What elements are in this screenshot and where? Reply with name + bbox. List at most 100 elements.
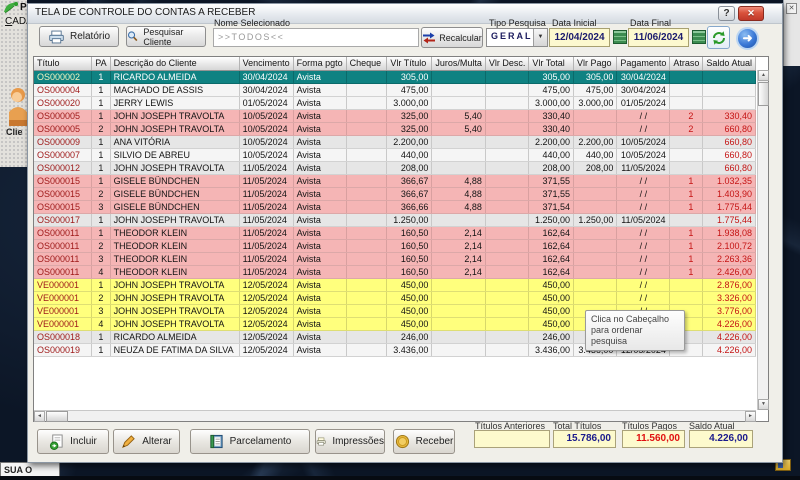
end-date-calendar-icon[interactable] [692, 30, 706, 44]
table-row[interactable]: OS000020 1 JERRY LEWIS 01/05/2024 Avista 3.00… [34, 96, 756, 110]
column-header-10[interactable]: Vlr Pago [573, 57, 618, 71]
cell [573, 239, 618, 253]
cell [346, 109, 388, 123]
column-header-7[interactable]: Juros/Multa [431, 57, 486, 71]
go-arrow-button[interactable]: ➜ [736, 27, 759, 50]
table-row[interactable]: OS000015 1 GISELE BÜNDCHEN 11/05/2024 Avista… [34, 174, 756, 188]
vertical-scrollbar[interactable]: ▲ ▼ [757, 70, 769, 410]
scroll-left-icon[interactable]: ◄ [34, 411, 45, 422]
table-row[interactable]: VE000001 1 JOHN JOSEPH TRAVOLTA 12/05/2024 A… [34, 278, 756, 292]
cell: 3 [91, 252, 111, 266]
panel-close-icon[interactable]: ✕ [786, 3, 797, 14]
start-date-calendar-icon[interactable] [613, 30, 627, 44]
coin-icon [395, 434, 409, 449]
cell: 660,80 [702, 148, 756, 162]
cell: JOHN JOSEPH TRAVOLTA [110, 317, 240, 331]
cell: 2,14 [431, 252, 486, 266]
receber-button[interactable]: Receber [393, 429, 455, 454]
accounts-receivable-window: TELA DE CONTROLE DO CONTAS A RECEBER ? ✕… [27, 3, 783, 463]
impressoes-button[interactable]: Impressões [315, 429, 385, 454]
cell: 305,00 [528, 70, 575, 84]
cell: 371,55 [528, 174, 575, 188]
column-header-1[interactable]: PA [91, 57, 111, 71]
search-type-combo[interactable]: GERAL ▼ [486, 28, 548, 47]
cell: 246,00 [528, 330, 575, 344]
app-logo-icon [4, 1, 19, 14]
cell: Avista [293, 122, 347, 136]
help-button[interactable]: ? [718, 6, 735, 21]
close-button[interactable]: ✕ [738, 6, 764, 21]
cell [669, 96, 704, 110]
table-row[interactable]: OS000011 4 THEODOR KLEIN 11/05/2024 Avista 16… [34, 265, 756, 279]
column-header-5[interactable]: Cheque [346, 57, 388, 71]
cell: 1 [91, 109, 111, 123]
cell: 450,00 [528, 291, 575, 305]
cell [431, 135, 486, 149]
table-row[interactable]: OS000011 3 THEODOR KLEIN 11/05/2024 Avista 16… [34, 252, 756, 266]
scroll-up-icon[interactable]: ▲ [758, 70, 769, 81]
table-row[interactable]: OS000007 1 SILVIO DE ABREU 10/05/2024 Avista… [34, 148, 756, 162]
cell [485, 200, 530, 214]
recalculate-button[interactable]: Recalcular [421, 27, 483, 48]
cell: OS000020 [34, 96, 93, 110]
alterar-button[interactable]: Alterar [113, 429, 180, 454]
client-person-icon[interactable] [5, 86, 27, 128]
vertical-scroll-thumb[interactable] [758, 82, 769, 106]
table-row[interactable]: OS000017 1 JOHN JOSEPH TRAVOLTA 11/05/2024 A… [34, 213, 756, 227]
parcelamento-button[interactable]: Parcelamento [190, 429, 310, 454]
cell [485, 343, 530, 357]
cell [669, 213, 704, 227]
cell: 1.938,08 [702, 226, 756, 240]
column-header-4[interactable]: Forma pgto [293, 57, 347, 71]
cell [346, 135, 388, 149]
horizontal-scroll-thumb[interactable] [46, 411, 68, 422]
cell: / / [616, 252, 671, 266]
cell: GISELE BÜNDCHEN [110, 200, 240, 214]
tooltip-line2: para ordenar pesquisa [591, 325, 643, 346]
cell: 1.775,44 [702, 200, 756, 214]
column-header-8[interactable]: Vlr Desc. [485, 57, 530, 71]
incluir-button[interactable]: Incluir [37, 429, 109, 454]
horizontal-scrollbar[interactable]: ◄ ► [34, 410, 756, 422]
table-row[interactable]: OS000011 1 THEODOR KLEIN 11/05/2024 Avista 16… [34, 226, 756, 240]
column-header-9[interactable]: Vlr Total [528, 57, 575, 71]
refresh-button[interactable] [707, 26, 730, 49]
column-header-6[interactable]: Vlr Título [386, 57, 433, 71]
table-row[interactable]: OS000009 1 ANA VITÓRIA 10/05/2024 Avista 2.20… [34, 135, 756, 149]
column-header-12[interactable]: Atraso [669, 57, 704, 71]
scroll-right-icon[interactable]: ► [745, 411, 756, 422]
table-row[interactable]: OS000004 1 MACHADO DE ASSIS 30/04/2024 Avist… [34, 83, 756, 97]
table-row[interactable]: OS000011 2 THEODOR KLEIN 11/05/2024 Avista 16… [34, 239, 756, 253]
table-row[interactable]: OS000012 1 JOHN JOSEPH TRAVOLTA 11/05/2024 A… [34, 161, 756, 175]
column-header-0[interactable]: Título [34, 57, 93, 71]
start-date-input[interactable]: 12/04/2024 [549, 28, 610, 47]
cell: 1 [91, 148, 111, 162]
cell: 660,80 [702, 135, 756, 149]
cell: OS000015 [34, 187, 93, 201]
cell: 3 [91, 304, 111, 318]
cell: VE000001 [34, 278, 93, 292]
column-header-11[interactable]: Pagamento [616, 57, 671, 71]
chevron-down-icon[interactable]: ▼ [533, 29, 547, 46]
column-header-3[interactable]: Vencimento [239, 57, 294, 71]
column-header-13[interactable]: Saldo Atual [702, 57, 756, 71]
cell: / / [616, 265, 671, 279]
table-row[interactable]: OS000005 2 JOHN JOSEPH TRAVOLTA 10/05/2024 A… [34, 122, 756, 136]
table-row[interactable]: OS000005 1 JOHN JOSEPH TRAVOLTA 10/05/2024 A… [34, 109, 756, 123]
cell: 325,00 [386, 122, 433, 136]
table-row[interactable]: OS000015 3 GISELE BÜNDCHEN 11/05/2024 Avista… [34, 200, 756, 214]
cell [669, 135, 704, 149]
cell: 440,00 [528, 148, 575, 162]
cell: 5,40 [431, 122, 486, 136]
cell: 3.000,00 [386, 96, 433, 110]
report-button[interactable]: Relatório [39, 26, 119, 47]
table-row[interactable]: OS000015 2 GISELE BÜNDCHEN 11/05/2024 Avista… [34, 187, 756, 201]
table-row[interactable]: VE000001 2 JOHN JOSEPH TRAVOLTA 12/05/2024 A… [34, 291, 756, 305]
selected-name-input[interactable]: >>TODOS<< [213, 28, 419, 47]
end-date-input[interactable]: 11/06/2024 [628, 28, 689, 47]
table-row[interactable]: OS000002 1 RICARDO ALMEIDA 30/04/2024 Avista… [34, 70, 756, 84]
scroll-down-icon[interactable]: ▼ [758, 399, 769, 410]
search-client-button[interactable]: Pesquisar Cliente [126, 26, 206, 47]
column-header-2[interactable]: Descrição do Cliente [110, 57, 240, 71]
refresh-arrows-icon [712, 30, 725, 45]
